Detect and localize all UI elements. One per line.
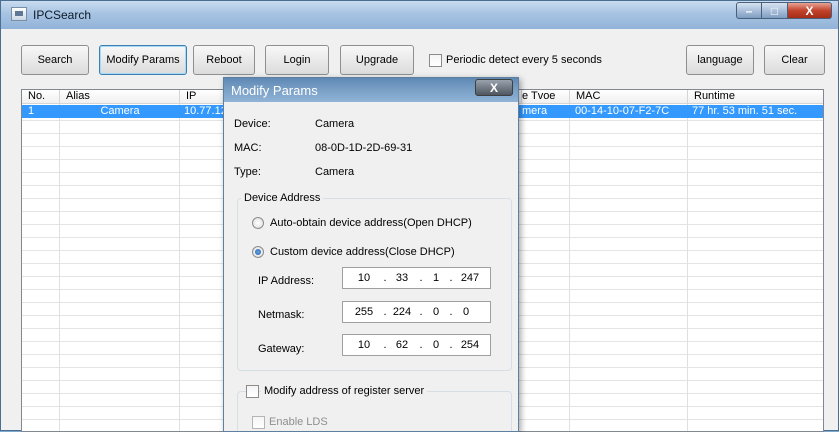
type-label: Type: bbox=[234, 166, 261, 178]
maximize-icon: □ bbox=[770, 3, 779, 18]
register-server-label[interactable]: Modify address of register server bbox=[261, 385, 428, 397]
column-header-runtime[interactable]: Runtime bbox=[688, 90, 823, 104]
column-header-alias[interactable]: Alias bbox=[60, 90, 180, 104]
title-bar[interactable]: IPCSearch – □ X bbox=[1, 1, 838, 29]
dialog-title-bar[interactable]: Modify Params X bbox=[224, 78, 518, 102]
custom-dhcp-radio[interactable] bbox=[252, 246, 264, 258]
row-runtime: 77 hr. 53 min. 51 sec. bbox=[692, 105, 798, 117]
ip-address-input[interactable]: 10 . 33 . 1 . 247 bbox=[342, 267, 491, 289]
column-header-mac[interactable]: MAC bbox=[570, 90, 688, 104]
row-device-type: mera bbox=[522, 105, 548, 117]
window-title: IPCSearch bbox=[33, 8, 92, 22]
gateway-octet-1: 10 bbox=[357, 339, 371, 351]
mac-label: MAC: bbox=[234, 142, 262, 154]
netmask-input[interactable]: 255 . 224 . 0 . 0 bbox=[342, 301, 491, 323]
periodic-detect-checkbox[interactable] bbox=[429, 54, 442, 67]
octet-separator: . bbox=[449, 272, 453, 284]
netmask-octet-3: 0 bbox=[432, 306, 440, 318]
auto-dhcp-label[interactable]: Auto-obtain device address(Open DHCP) bbox=[270, 217, 472, 229]
type-value: Camera bbox=[315, 166, 355, 178]
octet-separator: . bbox=[383, 306, 387, 318]
netmask-octet-2: 224 bbox=[392, 306, 412, 318]
netmask-octet-1: 255 bbox=[354, 306, 374, 318]
minimize-button[interactable]: – bbox=[736, 2, 762, 19]
ip-octet-1: 10 bbox=[357, 272, 371, 284]
column-header-device-type[interactable]: e Tvoe bbox=[522, 90, 570, 104]
dialog-title: Modify Params bbox=[231, 83, 318, 98]
minimize-icon: – bbox=[745, 3, 753, 18]
gateway-octet-4: 254 bbox=[460, 339, 480, 351]
enable-lds-checkbox[interactable] bbox=[252, 416, 265, 429]
device-value: Camera bbox=[315, 118, 355, 130]
mac-value: 08-0D-1D-2D-69-31 bbox=[315, 142, 413, 154]
login-button[interactable]: Login bbox=[265, 45, 329, 75]
device-label: Device: bbox=[234, 118, 271, 130]
clear-button[interactable]: Clear bbox=[764, 45, 825, 75]
column-divider bbox=[59, 104, 60, 431]
octet-separator: . bbox=[449, 339, 453, 351]
column-divider bbox=[687, 104, 688, 431]
column-divider bbox=[569, 104, 570, 431]
device-address-group-title: Device Address bbox=[241, 192, 324, 204]
ip-octet-2: 33 bbox=[395, 272, 409, 284]
ip-address-label: IP Address: bbox=[258, 275, 315, 287]
auto-dhcp-radio[interactable] bbox=[252, 217, 264, 229]
netmask-octet-4: 0 bbox=[462, 306, 470, 318]
row-alias: Camera bbox=[100, 105, 140, 117]
close-icon: X bbox=[805, 3, 814, 18]
row-ip: 10.77.12 bbox=[184, 105, 224, 117]
column-header-no[interactable]: No. bbox=[22, 90, 60, 104]
octet-separator: . bbox=[383, 339, 387, 351]
dialog-close-button[interactable]: X bbox=[475, 79, 513, 96]
maximize-button[interactable]: □ bbox=[762, 2, 788, 19]
row-mac: 00-14-10-07-F2-7C bbox=[575, 105, 670, 117]
modify-params-button[interactable]: Modify Params bbox=[99, 45, 187, 75]
gateway-octet-3: 0 bbox=[432, 339, 440, 351]
language-button[interactable]: language bbox=[686, 45, 754, 75]
gateway-input[interactable]: 10 . 62 . 0 . 254 bbox=[342, 334, 491, 356]
close-button[interactable]: X bbox=[788, 2, 832, 19]
ipcsearch-window: IPCSearch – □ X Search Modify Params Reb… bbox=[0, 0, 839, 432]
modify-params-dialog: Modify Params X Device: Camera MAC: 08-0… bbox=[223, 77, 519, 432]
register-server-checkbox[interactable] bbox=[246, 385, 259, 398]
reboot-button[interactable]: Reboot bbox=[193, 45, 255, 75]
window-controls: – □ X bbox=[736, 2, 832, 20]
octet-separator: . bbox=[383, 272, 387, 284]
app-icon bbox=[11, 7, 27, 21]
netmask-label: Netmask: bbox=[258, 309, 305, 321]
upgrade-button[interactable]: Upgrade bbox=[340, 45, 414, 75]
enable-lds-label: Enable LDS bbox=[269, 416, 328, 428]
gateway-octet-2: 62 bbox=[395, 339, 409, 351]
close-icon: X bbox=[489, 80, 498, 95]
ip-octet-3: 1 bbox=[432, 272, 440, 284]
search-button[interactable]: Search bbox=[21, 45, 89, 75]
ip-octet-4: 247 bbox=[460, 272, 480, 284]
periodic-detect-label: Periodic detect every 5 seconds bbox=[446, 54, 602, 66]
custom-dhcp-label[interactable]: Custom device address(Close DHCP) bbox=[270, 246, 455, 258]
row-no: 1 bbox=[28, 105, 35, 117]
column-divider bbox=[179, 104, 180, 431]
gateway-label: Gateway: bbox=[258, 343, 305, 355]
